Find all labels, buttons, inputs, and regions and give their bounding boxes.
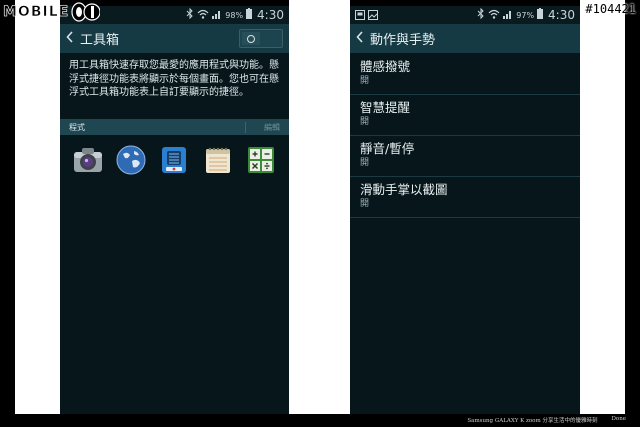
- setting-label: 滑動手掌以截圖: [360, 182, 448, 197]
- toggle-knob: [242, 32, 260, 45]
- back-chevron-icon[interactable]: [356, 30, 364, 47]
- page-title: 工具箱: [80, 33, 120, 48]
- setting-smart-alert[interactable]: 智慧提醒 開: [350, 95, 580, 136]
- battery-percent: 98%: [225, 10, 244, 20]
- signal-icon: [503, 9, 513, 22]
- action-bar: 工具箱: [60, 24, 289, 53]
- watermark-brand: MOBILE: [3, 4, 70, 21]
- page-title: 動作與手勢: [370, 33, 436, 48]
- wifi-icon: [197, 9, 209, 22]
- caption-right: Done: [611, 416, 626, 422]
- photo-caption: Samsung GALAXY K zoom 分享生活中的優雅時刻 Done: [467, 416, 626, 424]
- caption-text: Samsung GALAXY K zoom 分享生活中的優雅時刻: [467, 418, 598, 424]
- camera-icon[interactable]: [73, 145, 103, 175]
- watermark-01-mark-icon: [71, 2, 101, 22]
- background-panel-left: [15, 0, 60, 414]
- back-chevron-icon[interactable]: [66, 30, 74, 47]
- edit-button[interactable]: 編輯: [245, 121, 280, 133]
- screenshot-notification-icon: [355, 10, 365, 20]
- notification-icons: [355, 10, 378, 20]
- bluetooth-icon: [186, 7, 194, 22]
- setting-mute-pause[interactable]: 靜音/暫停 開: [350, 136, 580, 177]
- setting-value: 開: [360, 117, 370, 127]
- toolbox-description: 用工具箱快速存取您最愛的應用程式與功能。懸浮式捷徑功能表將顯示於每個畫面。您也可…: [69, 60, 279, 98]
- setting-label: 靜音/暫停: [360, 141, 415, 156]
- background-panel-middle: [289, 0, 350, 414]
- setting-label: 體感撥號: [360, 59, 411, 74]
- action-bar: 動作與手勢: [350, 24, 580, 53]
- watermark-id: #104421: [585, 2, 636, 16]
- setting-value: 開: [360, 158, 370, 168]
- setting-palm-swipe-capture[interactable]: 滑動手掌以截圖 開: [350, 177, 580, 218]
- gesture-settings-list: 體感撥號 開 智慧提醒 開 靜音/暫停 開 滑動手掌以截圖 開: [350, 53, 580, 218]
- signal-icon: [212, 9, 222, 22]
- app-shortcut-row: [60, 135, 289, 175]
- motions-gestures-screen: 97% 4:30 動作與手勢 體感撥號 開 智慧提醒 開 靜音/暫停 開 滑動手…: [350, 6, 580, 414]
- setting-direct-call[interactable]: 體感撥號 開: [350, 54, 580, 95]
- section-label: 程式: [69, 122, 85, 132]
- watermark-logo: MOBILE: [3, 1, 101, 23]
- battery-icon: [537, 8, 544, 22]
- background-panel-right: [580, 0, 625, 414]
- image-notification-icon: [368, 10, 378, 20]
- toolbox-screen: 98% 4:30 工具箱 用工具箱快速存取您最愛的應用程式與功能。懸浮式捷徑功能…: [60, 6, 289, 414]
- calculator-icon[interactable]: [246, 145, 276, 175]
- setting-value: 開: [360, 199, 370, 209]
- status-time: 4:30: [257, 8, 284, 22]
- battery-percent: 97%: [516, 10, 535, 20]
- setting-value: 開: [360, 76, 370, 86]
- voice-recorder-icon[interactable]: [159, 145, 189, 175]
- setting-label: 智慧提醒: [360, 100, 411, 115]
- toolbox-toggle-switch[interactable]: [239, 29, 283, 48]
- memo-icon[interactable]: [203, 145, 233, 175]
- battery-icon: [246, 8, 253, 22]
- apps-section-header: 程式 編輯: [60, 119, 289, 135]
- status-bar: 97% 4:30: [350, 6, 580, 24]
- internet-globe-icon[interactable]: [116, 145, 146, 175]
- status-time: 4:30: [548, 8, 575, 22]
- wifi-icon: [488, 9, 500, 22]
- bluetooth-icon: [477, 7, 485, 22]
